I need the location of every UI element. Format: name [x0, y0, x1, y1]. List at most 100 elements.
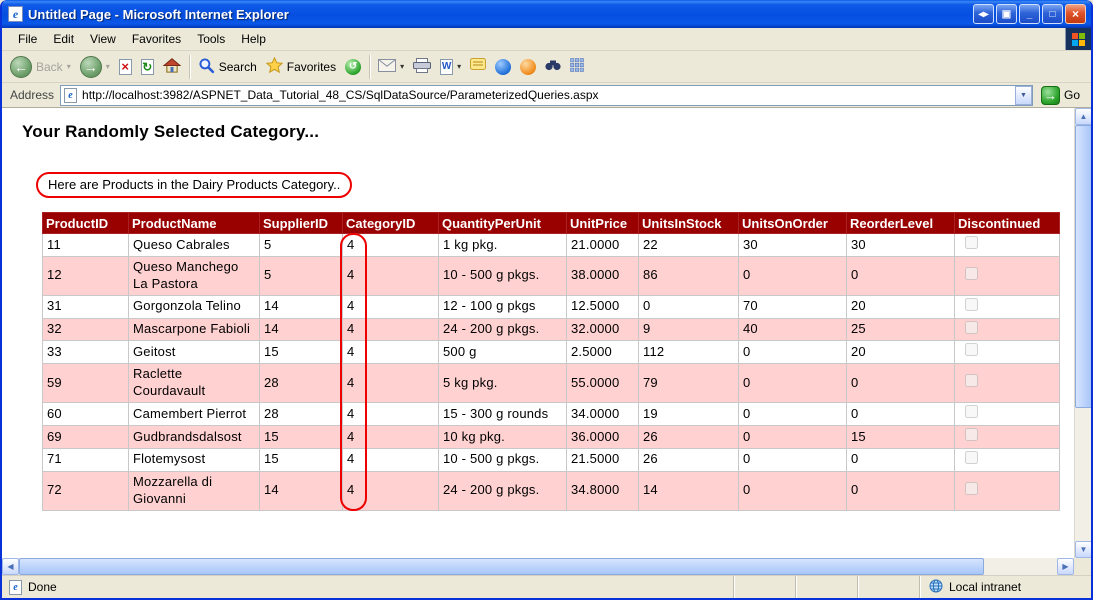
table-cell: 12 [43, 256, 129, 295]
table-cell: 10 - 500 g pkgs. [439, 256, 567, 295]
research-button[interactable] [541, 53, 565, 81]
table-cell: 34.8000 [567, 471, 639, 510]
menu-item-edit[interactable]: Edit [45, 29, 82, 49]
discontinued-checkbox [965, 267, 978, 280]
addon-orange-button[interactable] [516, 53, 540, 81]
table-cell: 500 g [439, 341, 567, 364]
history-icon: ↺ [345, 59, 361, 75]
table-cell: 0 [739, 471, 847, 510]
grid-button[interactable] [566, 53, 588, 81]
table-cell: 10 - 500 g pkgs. [439, 448, 567, 471]
table-cell: 0 [739, 341, 847, 364]
status-bar: e Done Local intranet [2, 575, 1091, 598]
table-cell: 60 [43, 403, 129, 426]
status-left-panel: e Done [2, 580, 733, 595]
scroll-down-button[interactable]: ▼ [1075, 541, 1092, 558]
stop-button[interactable]: × [115, 53, 136, 81]
table-cell: 32.0000 [567, 318, 639, 341]
horizontal-scroll-track[interactable] [19, 558, 1057, 575]
print-button[interactable] [409, 53, 435, 81]
table-cell: 86 [639, 256, 739, 295]
table-cell: 9 [639, 318, 739, 341]
home-button[interactable] [159, 53, 185, 81]
scroll-left-button[interactable]: ◀ [2, 558, 19, 575]
table-row: 11Queso Cabrales541 kg pkg.21.0000223030 [43, 234, 1060, 257]
search-button[interactable]: Search [194, 53, 261, 81]
scroll-right-button[interactable]: ▶ [1057, 558, 1074, 575]
table-cell: 4 [343, 318, 439, 341]
window-maximize-button[interactable]: □ [1042, 4, 1063, 24]
vertical-scrollbar[interactable]: ▲ ▼ [1074, 108, 1091, 558]
mail-button[interactable]: ▾ [374, 53, 408, 81]
menu-bar: FileEditViewFavoritesToolsHelp [2, 28, 1091, 51]
scroll-up-button[interactable]: ▲ [1075, 108, 1092, 125]
discuss-button[interactable] [466, 53, 490, 81]
address-input[interactable] [77, 86, 1015, 105]
table-cell: 14 [260, 471, 343, 510]
window-restore-button[interactable]: ▣ [996, 4, 1017, 24]
address-label: Address [7, 88, 54, 102]
menu-item-file[interactable]: File [10, 29, 45, 49]
table-row: 69Gudbrandsdalsost15410 kg pkg.36.000026… [43, 426, 1060, 449]
table-row: 12Queso Manchego La Pastora5410 - 500 g … [43, 256, 1060, 295]
discontinued-checkbox [965, 482, 978, 495]
history-button[interactable]: ↺ [341, 53, 365, 81]
table-cell: 4 [343, 426, 439, 449]
table-cell: 26 [639, 448, 739, 471]
table-cell: 28 [260, 403, 343, 426]
refresh-button[interactable]: ↻ [137, 53, 158, 81]
column-header-reorderlevel: ReorderLevel [847, 213, 955, 234]
column-header-productid: ProductID [43, 213, 129, 234]
go-button[interactable]: → Go [1039, 86, 1086, 105]
table-cell: 0 [739, 448, 847, 471]
table-cell-discontinued [955, 341, 1060, 364]
table-cell: 112 [639, 341, 739, 364]
products-table-container: ProductIDProductNameSupplierIDCategoryID… [42, 212, 1060, 511]
window-toggle-button[interactable]: ◂▸ [973, 4, 994, 24]
table-body: 11Queso Cabrales541 kg pkg.21.0000223030… [43, 234, 1060, 511]
stop-icon: × [119, 59, 132, 75]
horizontal-scroll-thumb[interactable] [19, 558, 984, 575]
menu-item-view[interactable]: View [82, 29, 124, 49]
table-cell: 0 [847, 256, 955, 295]
table-cell: Queso Cabrales [129, 234, 260, 257]
menu-item-favorites[interactable]: Favorites [124, 29, 189, 49]
table-cell: 14 [260, 318, 343, 341]
vertical-scroll-thumb[interactable] [1075, 125, 1092, 408]
table-cell: 70 [739, 295, 847, 318]
column-header-unitprice: UnitPrice [567, 213, 639, 234]
vertical-scroll-track[interactable] [1075, 125, 1091, 541]
messenger-button[interactable] [491, 53, 515, 81]
table-cell: 25 [847, 318, 955, 341]
table-cell: 34.0000 [567, 403, 639, 426]
table-cell: 11 [43, 234, 129, 257]
title-bar[interactable]: e Untitled Page - Microsoft Internet Exp… [2, 0, 1091, 28]
table-cell: 4 [343, 256, 439, 295]
table-row: 72Mozzarella di Giovanni14424 - 200 g pk… [43, 471, 1060, 510]
table-cell-discontinued [955, 295, 1060, 318]
go-label: Go [1064, 88, 1080, 102]
horizontal-scrollbar-row: ◀ ▶ [2, 558, 1091, 575]
menu-item-tools[interactable]: Tools [189, 29, 233, 49]
forward-button[interactable]: → ▾ [76, 53, 114, 81]
address-dropdown-button[interactable]: ▼ [1015, 86, 1032, 105]
edit-button[interactable]: W ▾ [436, 53, 465, 81]
page-title: Your Randomly Selected Category... [22, 122, 1074, 142]
menu-item-help[interactable]: Help [233, 29, 274, 49]
table-cell: 4 [343, 403, 439, 426]
back-button[interactable]: ← Back ▾ [6, 53, 75, 81]
address-input-container: e ▼ [60, 85, 1033, 106]
window-minimize-button[interactable]: _ [1019, 4, 1040, 24]
home-icon [163, 58, 181, 76]
menu-bar-items: FileEditViewFavoritesToolsHelp [2, 28, 1065, 50]
table-cell: 71 [43, 448, 129, 471]
favorites-button[interactable]: Favorites [262, 53, 340, 81]
table-cell: 15 [260, 448, 343, 471]
table-cell: 4 [343, 364, 439, 403]
table-cell: 15 [260, 426, 343, 449]
horizontal-scrollbar[interactable]: ◀ ▶ [2, 558, 1074, 575]
window-close-button[interactable]: × [1065, 4, 1086, 24]
edit-dropdown-icon: ▾ [457, 62, 461, 71]
table-cell: 36.0000 [567, 426, 639, 449]
back-dropdown-icon: ▾ [67, 62, 71, 71]
